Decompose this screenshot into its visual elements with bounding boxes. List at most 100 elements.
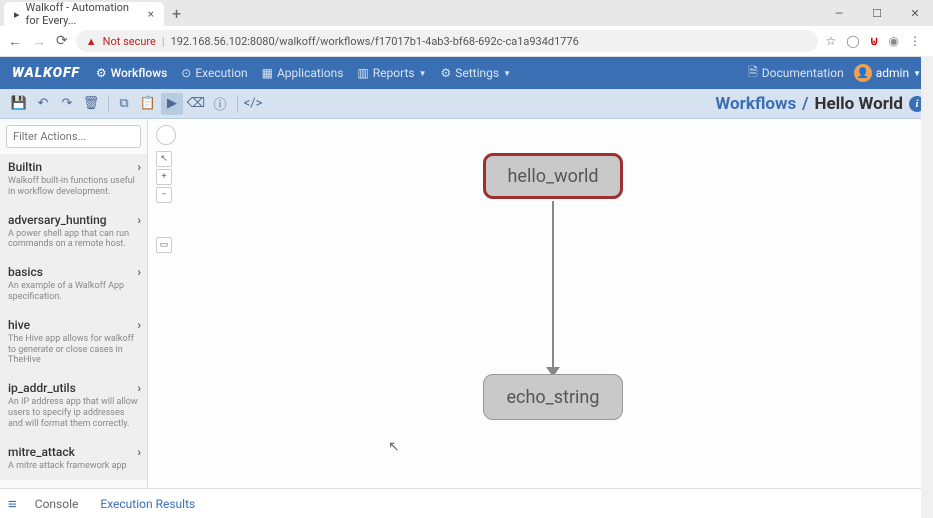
- action-description: The Hive app allows for walkoff to gener…: [8, 334, 139, 366]
- code-button[interactable]: </>: [242, 93, 264, 115]
- chevron-right-icon: ›: [137, 160, 141, 174]
- app-header: WALKOFF ⚙ Workflows ⊙ Execution ▦ Applic…: [0, 57, 933, 89]
- node-label: hello_world: [507, 166, 598, 187]
- action-item[interactable]: mitre_attack A mitre attack framework app…: [0, 439, 147, 481]
- fit-button[interactable]: ▭: [156, 237, 172, 253]
- mcafee-icon[interactable]: ⊍: [870, 34, 879, 48]
- cursor-icon: ↖: [388, 439, 400, 455]
- zoom-out-button[interactable]: −: [156, 187, 172, 203]
- action-item[interactable]: ip_addr_utilsAn IP address app that will…: [0, 375, 147, 438]
- reports-icon: ▥: [357, 66, 368, 80]
- maximize-button[interactable]: ☐: [859, 0, 895, 26]
- action-item[interactable]: basics An example of a Walkoff App specif…: [0, 259, 147, 312]
- close-icon[interactable]: ×: [148, 7, 154, 21]
- tab-execution-results[interactable]: Execution Results: [96, 491, 199, 517]
- documentation-link[interactable]: 🗎 Documentation: [748, 63, 844, 84]
- nav-reports[interactable]: ▥ Reports ▼: [357, 66, 426, 80]
- info-button[interactable]: ⓘ: [209, 93, 231, 115]
- action-item[interactable]: hive The Hive app allows for walkoff to g…: [0, 312, 147, 375]
- chevron-right-icon: ›: [137, 265, 141, 279]
- address-bar: ← → ⟳ ▲ Not secure | 192.168.56.102:8080…: [0, 26, 933, 56]
- profile-icon[interactable]: ◉: [889, 34, 899, 48]
- node-label: echo_string: [507, 387, 600, 408]
- action-description: A mitre attack framework app: [8, 461, 139, 472]
- paste-button[interactable]: 📋: [137, 93, 159, 115]
- action-item[interactable]: adversary_hunting A power shell app that …: [0, 207, 147, 260]
- nav-execution[interactable]: ⊙ Execution: [181, 66, 247, 80]
- undo-button[interactable]: ↶: [32, 93, 54, 115]
- settings-icon: ⚙: [441, 66, 452, 80]
- filter-box: [6, 125, 141, 148]
- nav-label: Workflows: [111, 66, 168, 80]
- redo-button[interactable]: ↷: [56, 93, 78, 115]
- reload-button[interactable]: ⟳: [56, 33, 68, 50]
- brand-logo[interactable]: WALKOFF: [12, 65, 80, 81]
- nav-label: Settings: [455, 66, 499, 80]
- nav-label: Execution: [195, 66, 247, 80]
- warning-icon: ▲: [86, 35, 97, 48]
- extension-icons: ☆ ◯ ⊍ ◉ ⋮: [826, 34, 925, 48]
- nav-applications[interactable]: ▦ Applications: [262, 66, 344, 80]
- copy-button[interactable]: ⧉: [113, 93, 135, 115]
- workflows-icon: ⚙: [96, 66, 107, 80]
- action-list[interactable]: BuiltinWalkoff built-in functions useful…: [0, 154, 147, 488]
- node-hello-world[interactable]: hello_world: [483, 153, 623, 199]
- main-area: BuiltinWalkoff built-in functions useful…: [0, 119, 933, 488]
- action-title: mitre_attack: [8, 445, 139, 459]
- nav-settings[interactable]: ⚙ Settings ▼: [441, 66, 512, 80]
- action-item[interactable]: BuiltinWalkoff built-in functions useful…: [0, 154, 147, 207]
- browser-chrome: ▸ Walkoff - Automation for Every... × + …: [0, 0, 933, 57]
- action-title: Builtin: [8, 160, 139, 174]
- back-button[interactable]: ←: [8, 33, 22, 50]
- menu-icon[interactable]: ⋮: [909, 34, 921, 48]
- action-description: An IP address app that will allow users …: [8, 397, 139, 429]
- edge[interactable]: [552, 201, 554, 371]
- chevron-right-icon: ›: [137, 445, 141, 459]
- hamburger-icon[interactable]: ≡: [8, 495, 17, 513]
- chevron-right-icon: ›: [137, 213, 141, 227]
- clear-button[interactable]: ⌫: [185, 93, 207, 115]
- bottom-panel: ≡ Console Execution Results: [0, 488, 933, 518]
- document-icon: 🗎: [748, 63, 758, 84]
- security-status: Not secure: [103, 35, 156, 48]
- action-title: hive: [8, 318, 139, 332]
- new-tab-button[interactable]: +: [164, 4, 189, 23]
- nav-label: Reports: [373, 66, 415, 80]
- workflow-toolbar: 💾 ↶ ↷ 🗑 ⧉ 📋 ▶ ⌫ ⓘ </> Workflows / Hello …: [0, 89, 933, 119]
- window-controls: — ☐ ✕: [821, 0, 933, 26]
- applications-icon: ▦: [262, 66, 273, 80]
- breadcrumb-separator: /: [802, 94, 808, 114]
- doc-label: Documentation: [762, 66, 844, 80]
- save-button[interactable]: 💾: [8, 93, 30, 115]
- actions-sidebar: BuiltinWalkoff built-in functions useful…: [0, 119, 148, 488]
- tab-title: Walkoff - Automation for Every...: [26, 1, 142, 27]
- url-box[interactable]: ▲ Not secure | 192.168.56.102:8080/walko…: [76, 30, 818, 52]
- browser-tab[interactable]: ▸ Walkoff - Automation for Every... ×: [4, 2, 164, 26]
- shield-ext-icon[interactable]: ◯: [846, 34, 859, 48]
- action-description: An example of a Walkoff App specificatio…: [8, 281, 139, 303]
- user-menu[interactable]: 👤 admin ▼: [854, 64, 921, 82]
- chevron-down-icon: ▼: [419, 69, 427, 78]
- node-echo-string[interactable]: echo_string: [483, 374, 623, 420]
- workflow-canvas[interactable]: ↖ + − ▭ hello_world echo_string ↖: [148, 119, 933, 488]
- action-title: adversary_hunting: [8, 213, 139, 227]
- nav-workflows[interactable]: ⚙ Workflows: [96, 66, 167, 80]
- delete-button[interactable]: 🗑: [80, 93, 102, 115]
- filter-input[interactable]: [6, 125, 141, 148]
- tab-console[interactable]: Console: [31, 491, 83, 517]
- breadcrumb-parent[interactable]: Workflows: [715, 94, 796, 114]
- close-window-button[interactable]: ✕: [897, 0, 933, 26]
- zoom-in-button[interactable]: +: [156, 169, 172, 185]
- breadcrumb: Workflows / Hello World i: [715, 94, 925, 114]
- action-description: A power shell app that can run commands …: [8, 229, 139, 251]
- action-title: basics: [8, 265, 139, 279]
- breadcrumb-current: Hello World: [814, 94, 903, 114]
- select-tool[interactable]: ↖: [156, 151, 172, 167]
- page-scrollbar[interactable]: [921, 56, 933, 518]
- star-icon[interactable]: ☆: [826, 34, 837, 48]
- run-button[interactable]: ▶: [161, 93, 183, 115]
- minimize-button[interactable]: —: [821, 0, 857, 26]
- pan-compass[interactable]: [156, 125, 176, 145]
- forward-button[interactable]: →: [32, 33, 46, 50]
- chevron-down-icon: ▼: [913, 69, 921, 78]
